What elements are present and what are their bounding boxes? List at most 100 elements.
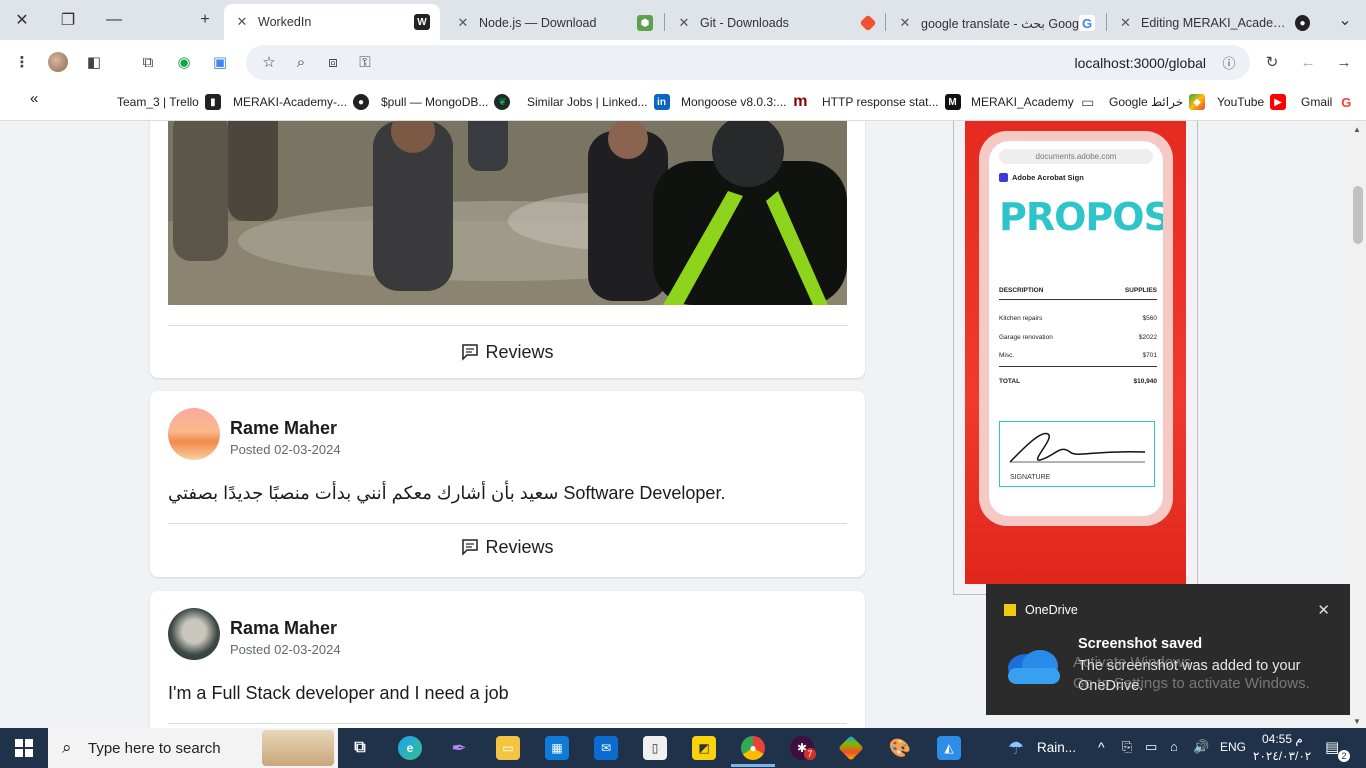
close-tab-icon[interactable]: ✕: [234, 14, 250, 30]
mongodb-leaf-icon: ❦: [494, 94, 511, 110]
clock-time[interactable]: 04:55 م: [1262, 732, 1303, 746]
ad-app-name: Adobe Acrobat Sign: [999, 173, 1084, 182]
windows-start-icon[interactable]: [12, 736, 36, 760]
bookmark-linkedin-jobs[interactable]: Similar Jobs | Linked... in: [527, 94, 670, 110]
avatar[interactable]: [168, 608, 220, 660]
signature-label: SIGNATURE: [1010, 474, 1051, 481]
network-icon[interactable]: ⌂: [1170, 739, 1178, 754]
phone-mockup: documents.adobe.com Adobe Acrobat Sign P…: [979, 131, 1173, 526]
extensions-icon[interactable]: ⧉: [137, 51, 159, 73]
bookmark-meraki-folder[interactable]: MERAKI_Academy ▭: [971, 94, 1096, 110]
scroll-down-icon[interactable]: ▼: [1353, 717, 1361, 726]
restore-window-icon[interactable]: ❐: [53, 6, 83, 34]
scroll-thumb[interactable]: [1353, 186, 1363, 244]
tab-workedin[interactable]: ✕ WorkedIn W: [224, 4, 440, 40]
weather-text[interactable]: Rain...: [1037, 740, 1076, 755]
bookmark-label: Google خرائط: [1109, 95, 1184, 109]
meet-icon[interactable]: ⎘: [1122, 739, 1132, 755]
avatar[interactable]: [168, 408, 220, 460]
bookmark-mongoose[interactable]: Mongoose v8.0.3:... m: [681, 93, 808, 110]
post-content: I'm a Full Stack developer and I need a …: [168, 683, 509, 703]
phone-screen: documents.adobe.com Adobe Acrobat Sign P…: [989, 141, 1163, 516]
new-tab-icon[interactable]: +: [190, 6, 220, 34]
tab-github-editing[interactable]: ✕ Editing MERAKI_Academy_P ●: [1108, 6, 1320, 40]
page-scrollbar[interactable]: ▲ ▼: [1350, 121, 1366, 728]
mail-icon[interactable]: ✉: [594, 736, 618, 760]
side-panel-icon[interactable]: ◧: [83, 51, 105, 73]
bookmark-mongodb[interactable]: $pull — MongoDB... ❦: [381, 94, 511, 110]
post-author[interactable]: Rama Maher: [230, 618, 337, 639]
microsoft-store-icon[interactable]: ▦: [545, 736, 569, 760]
site-info-icon[interactable]: ⓘ: [1218, 51, 1240, 73]
profile-avatar[interactable]: [47, 51, 69, 73]
tab-search-dropdown-icon[interactable]: ⌄: [1330, 6, 1360, 34]
ad-row: Kitchen repairs $560: [999, 315, 1157, 322]
onedrive-notification[interactable]: OneDrive ✕ Screenshot saved The screensh…: [986, 584, 1350, 715]
bookmark-star-icon[interactable]: ☆: [258, 51, 280, 73]
scroll-up-icon[interactable]: ▲: [1353, 125, 1361, 134]
paint-icon[interactable]: 🎨: [888, 736, 912, 760]
notification-center-icon[interactable]: ▤: [1325, 738, 1339, 756]
address-bar[interactable]: ☆ ⌕ ⧈ ⚿ localhost:3000/global ⓘ: [246, 45, 1250, 80]
close-tab-icon[interactable]: ✕: [676, 15, 692, 31]
github-icon: ●: [353, 94, 370, 110]
close-window-icon[interactable]: ✕: [7, 6, 37, 34]
clock-date[interactable]: ٢٠٢٤/٠٣/٠٢: [1253, 749, 1311, 763]
dev-app-icon[interactable]: [838, 735, 864, 761]
tab-git[interactable]: ✕ Git - Downloads: [666, 6, 884, 40]
ad-header-right: SUPPLIES: [1124, 287, 1157, 294]
divider: [168, 325, 847, 326]
feather-app-icon[interactable]: ✒: [447, 736, 471, 760]
zoom-icon[interactable]: ⌕: [290, 51, 312, 73]
minimize-window-icon[interactable]: —: [99, 6, 129, 34]
ad-app-label: Adobe Acrobat Sign: [1012, 173, 1084, 182]
close-tab-icon[interactable]: ✕: [455, 15, 471, 31]
browser-menu-icon[interactable]: ⋮: [11, 51, 33, 73]
password-key-icon[interactable]: ⚿: [354, 51, 376, 73]
adobe-sign-ad[interactable]: documents.adobe.com Adobe Acrobat Sign P…: [965, 121, 1186, 584]
task-view-icon[interactable]: ⧉: [348, 736, 372, 760]
close-tab-icon[interactable]: ✕: [1118, 15, 1133, 31]
reviews-button[interactable]: Reviews: [150, 337, 865, 367]
taskbar-search-input[interactable]: ⌕ Type here to search: [48, 728, 338, 768]
post-author[interactable]: Rame Maher: [230, 418, 337, 439]
edge-icon[interactable]: e: [398, 736, 422, 760]
search-icon: ⌕: [62, 738, 72, 757]
ad-title: PROPOSAL: [999, 195, 1163, 239]
mongoose-icon: m: [793, 93, 808, 110]
close-tab-icon[interactable]: ✕: [897, 15, 913, 31]
ad-row-amount: $701: [1142, 352, 1157, 359]
tray-chevron-up-icon[interactable]: ^: [1098, 739, 1105, 755]
grammarly-extension-icon[interactable]: ◉: [173, 51, 195, 73]
reload-icon[interactable]: ↻: [1261, 51, 1283, 73]
bookmark-gmail[interactable]: Gmail G: [1301, 94, 1354, 110]
bookmark-http-status[interactable]: HTTP response stat... M: [822, 94, 961, 110]
tab-label: google translate - بحث Goog: [921, 16, 1079, 31]
volume-icon[interactable]: 🔊: [1193, 739, 1209, 755]
photos-icon[interactable]: ◭: [937, 736, 961, 760]
bookmark-label: Mongoose v8.0.3:...: [681, 95, 787, 109]
bookmark-youtube[interactable]: YouTube ▶: [1217, 94, 1287, 110]
google-translate-extension-icon[interactable]: ▣: [209, 51, 231, 73]
tab-google-translate[interactable]: ✕ google translate - بحث Goog G: [887, 6, 1105, 40]
tab-label: Node.js — Download: [479, 16, 597, 30]
tab-nodejs[interactable]: ✕ Node.js — Download ⬢: [445, 6, 663, 40]
back-arrow-icon[interactable]: ←: [1297, 51, 1319, 73]
bookmark-meraki-github[interactable]: MERAKI-Academy-... ●: [233, 94, 370, 110]
file-explorer-icon[interactable]: ▭: [496, 736, 520, 760]
reviews-button[interactable]: Reviews: [150, 532, 865, 562]
forward-arrow-icon[interactable]: →: [1333, 51, 1355, 73]
notepad-icon[interactable]: ▯: [643, 736, 667, 760]
url-text[interactable]: localhost:3000/global: [1074, 55, 1206, 71]
bookmark-trello[interactable]: Team_3 | Trello ▮: [117, 94, 221, 110]
sticky-notes-icon[interactable]: ◩: [692, 736, 716, 760]
post-date: Posted 02-03-2024: [230, 642, 341, 657]
weather-rain-icon[interactable]: ☂: [1004, 736, 1028, 760]
battery-icon[interactable]: ▭: [1145, 739, 1157, 755]
chrome-icon[interactable]: ●: [741, 736, 765, 760]
language-indicator[interactable]: ENG: [1220, 740, 1246, 754]
translate-page-icon[interactable]: ⧈: [322, 51, 344, 73]
bookmark-google-maps[interactable]: Google خرائط ◆: [1109, 94, 1206, 110]
bookmarks-overflow-icon[interactable]: «: [30, 90, 38, 107]
close-toast-icon[interactable]: ✕: [1317, 601, 1330, 619]
